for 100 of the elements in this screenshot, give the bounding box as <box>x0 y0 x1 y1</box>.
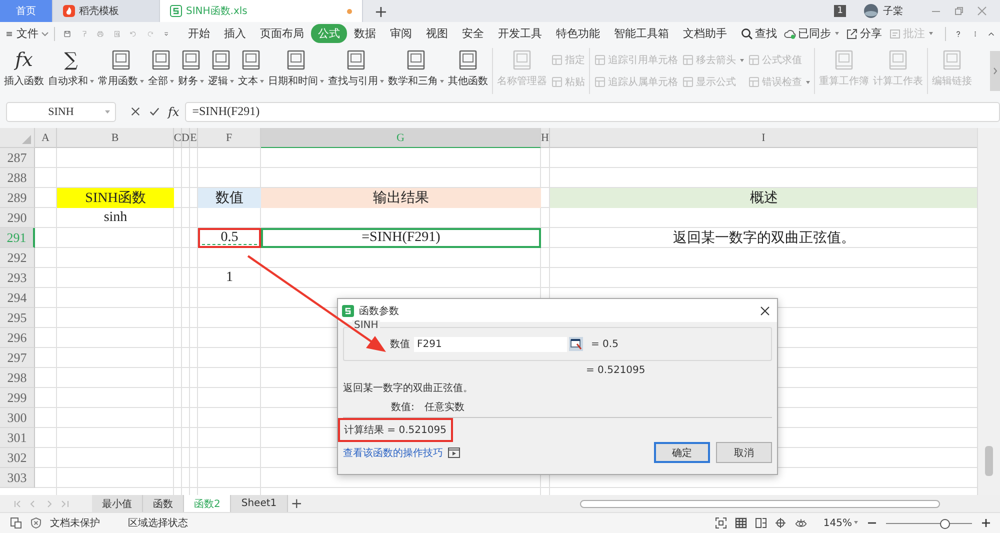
book-icon <box>212 50 230 70</box>
restore-icon[interactable] <box>954 6 964 16</box>
avatar-icon[interactable] <box>864 4 878 18</box>
row-header[interactable]: 300 <box>0 408 35 428</box>
row-header[interactable]: 295 <box>0 308 35 328</box>
ribbon-button[interactable]: ∑ 自动求和 <box>46 45 96 97</box>
row-header[interactable]: 302 <box>0 448 35 468</box>
ribbon-tab[interactable]: 文档助手 <box>676 24 734 43</box>
column-header[interactable]: C <box>174 128 182 148</box>
toolbar-button[interactable]: 分享 <box>846 26 882 41</box>
ribbon-button[interactable]: 日期和时间 <box>266 45 326 97</box>
help-link[interactable]: 查看该函数的操作技巧 <box>343 446 443 460</box>
argument-label: 数值 <box>390 338 410 351</box>
dialog-button[interactable]: 确定 <box>654 442 710 463</box>
ribbon-button[interactable]: 逻辑 <box>206 45 236 97</box>
argument-field[interactable]: F291 <box>414 336 567 352</box>
ribbon-button[interactable]: 财务 <box>176 45 206 97</box>
zoom-slider[interactable] <box>886 517 972 529</box>
close-icon[interactable] <box>760 306 770 316</box>
flame-logo-icon <box>63 5 75 17</box>
column-header[interactable]: A <box>35 128 57 148</box>
cancel-icon[interactable] <box>130 106 141 117</box>
ribbon-button[interactable]: 数学和三角 <box>386 45 446 97</box>
zoom-level[interactable]: 145% <box>823 518 858 528</box>
row-header[interactable]: 298 <box>0 368 35 388</box>
document-icon <box>551 76 563 88</box>
ribbon-tab[interactable]: 特色功能 <box>548 24 607 43</box>
dialog-button[interactable]: 取消 <box>716 442 772 463</box>
row-header[interactable]: 288 <box>0 168 35 188</box>
macro-icon[interactable] <box>10 517 22 529</box>
check-icon[interactable] <box>149 106 160 117</box>
sheet-tab[interactable]: 函数 <box>143 495 184 512</box>
slider-thumb[interactable] <box>940 519 950 529</box>
column-header[interactable]: B <box>57 128 174 148</box>
ribbon-tab[interactable]: 插入 <box>216 24 253 43</box>
range-picker-icon[interactable] <box>569 337 583 351</box>
zoom-in-icon[interactable] <box>980 517 992 529</box>
document-tab[interactable]: 首页 <box>0 0 53 22</box>
document-tab[interactable]: 稻壳模板 <box>53 0 160 22</box>
add-sheet-button[interactable]: + <box>288 495 306 512</box>
row-header[interactable]: 301 <box>0 428 35 448</box>
file-menu[interactable]: 文件 <box>16 26 49 41</box>
document-icon <box>682 76 694 88</box>
column-header[interactable]: E <box>190 128 198 148</box>
crosshair-icon[interactable] <box>775 517 788 529</box>
sheet-tab[interactable]: Sheet1 <box>231 495 288 512</box>
row-header[interactable]: 289 <box>0 188 35 208</box>
ribbon-tab[interactable]: 页面布局 <box>252 24 311 43</box>
toolbar-button[interactable]: 已同步 <box>784 26 839 41</box>
ribbon-tab[interactable]: 视图 <box>418 24 455 43</box>
book-icon <box>287 50 305 70</box>
row-header[interactable]: 293 <box>0 268 35 288</box>
normal-view-icon[interactable] <box>735 517 748 529</box>
table-cell-text: 1 <box>225 269 234 287</box>
user-name[interactable]: 子棠 <box>883 4 903 18</box>
protection-status[interactable]: 文档未保护 <box>50 516 100 530</box>
ribbon-tab[interactable]: 审阅 <box>382 24 419 43</box>
formula-input[interactable]: =SINH(F291) <box>185 102 1000 122</box>
ribbon-button[interactable]: 全部 <box>146 45 176 97</box>
fullscreen-icon[interactable] <box>715 517 728 529</box>
row-header[interactable]: 297 <box>0 348 35 368</box>
ribbon-tab[interactable]: 智能工具箱 <box>606 24 676 43</box>
vertical-scrollbar[interactable] <box>977 128 1000 495</box>
scrollbar-thumb[interactable] <box>985 446 994 476</box>
name-box[interactable]: SINH <box>6 102 116 122</box>
group-label: SINH <box>352 320 380 331</box>
book-icon <box>182 50 200 70</box>
new-tab-button[interactable]: + <box>363 0 399 22</box>
search-button[interactable]: 查找 <box>734 24 784 43</box>
ribbon-button[interactable]: 文本 <box>236 45 266 97</box>
row-header[interactable]: 296 <box>0 328 35 348</box>
insert-function-button[interactable]: fx <box>168 104 180 118</box>
row-header[interactable]: 294 <box>0 288 35 308</box>
ribbon-button[interactable]: 查找与引用 <box>326 45 386 97</box>
book-icon <box>459 50 477 70</box>
column-header[interactable]: D <box>182 128 190 148</box>
ribbon-button[interactable]: 常用函数 <box>96 45 146 97</box>
row-header[interactable]: 287 <box>0 148 35 168</box>
row-header[interactable]: 292 <box>0 248 35 268</box>
ribbon-button[interactable]: fx 插入函数 <box>2 45 46 97</box>
eye-icon[interactable] <box>795 517 808 529</box>
share-icon <box>846 28 858 40</box>
column-header[interactable]: H <box>541 128 550 148</box>
ribbon-tab[interactable]: 数据 <box>346 24 383 43</box>
page-break-view-icon[interactable] <box>755 517 768 529</box>
ribbon-tab[interactable]: 开发工具 <box>490 24 549 43</box>
sheet-tab[interactable]: 最小值 <box>92 495 143 512</box>
search-icon <box>740 28 753 40</box>
table-cell-text: sinh <box>102 209 128 227</box>
scrollbar-thumb[interactable] <box>580 500 940 508</box>
row-header[interactable]: 290 <box>0 208 35 228</box>
ribbon-button[interactable]: 其他函数 <box>446 45 490 97</box>
row-header[interactable]: 303 <box>0 468 35 488</box>
ribbon-tab[interactable]: 安全 <box>454 24 491 43</box>
row-header[interactable]: 299 <box>0 388 35 408</box>
window-count-badge[interactable]: 1 <box>834 5 846 17</box>
video-icon[interactable] <box>448 447 460 458</box>
ribbon-tab[interactable]: 开始 <box>180 24 217 43</box>
column-header[interactable]: I <box>550 128 978 148</box>
cloud-icon <box>784 28 796 40</box>
